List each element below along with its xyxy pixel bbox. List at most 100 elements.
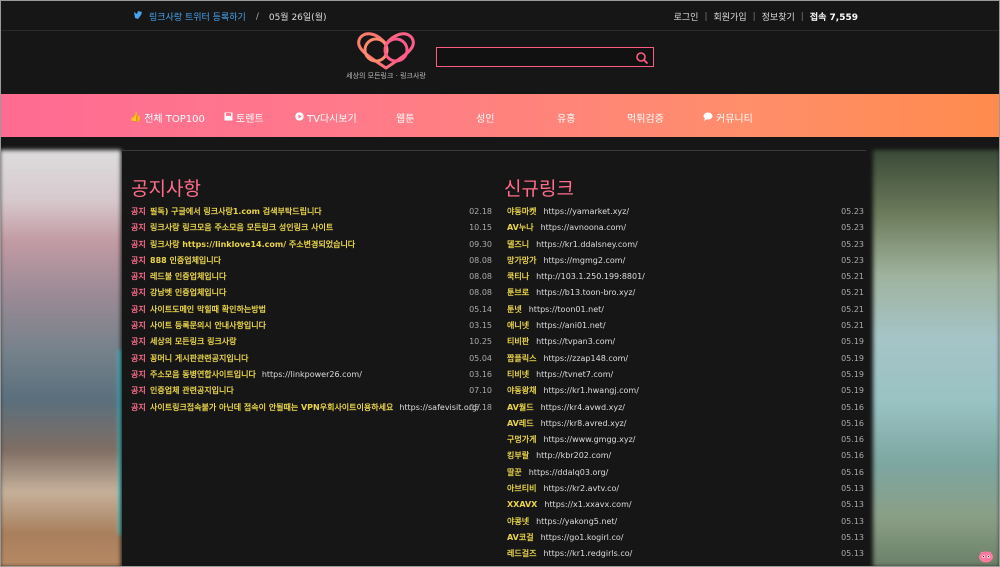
link-url[interactable]: https://tvnet7.com/ xyxy=(536,370,613,379)
link-url[interactable]: https://kr8.avred.xyz/ xyxy=(541,419,627,428)
link-item[interactable]: 짭플릭스 https://zzap148.com/05.19 xyxy=(507,351,864,367)
notice-item[interactable]: 공지 인증업체 관련공지입니다 07.10 xyxy=(131,383,492,399)
notice-item[interactable]: 공지 사이트링크접속불가 아닌데 접속이 안될때는 VPN우회사이트이용하세요 ht… xyxy=(131,400,492,416)
notice-title[interactable]: 주소모음 동병연합사이트입니다 https://linkpower26.com/ xyxy=(150,367,362,383)
link-url[interactable]: https://tvpan3.com/ xyxy=(536,337,615,346)
nav-item-torrent[interactable]: 토렌트 xyxy=(224,110,264,125)
link-entry[interactable]: AV레드 https://kr8.avred.xyz/ xyxy=(507,416,626,432)
link-entry[interactable]: 구멍가게 https://www.gmgg.xyz/ xyxy=(507,432,636,448)
nav-item-entertainment[interactable]: 유흥 xyxy=(557,110,575,125)
notice-title[interactable]: 인증업체 관련공지입니다 xyxy=(150,383,234,399)
notice-title[interactable]: 888 인증업체입니다 xyxy=(150,253,221,269)
notice-item[interactable]: 공지 강남벳 인증업체입니다 08.08 xyxy=(131,285,492,301)
notice-item[interactable]: 공지 필독) 구글에서 링크사랑1.com 검색부탁드립니다 02.18 xyxy=(131,204,492,220)
notice-title[interactable]: 세상의 모든링크 링크사랑 xyxy=(150,334,237,350)
link-item[interactable]: 야동왕채 https://kr1.hwangj.com/05.19 xyxy=(507,383,864,399)
link-entry[interactable]: AV코걸 https://go1.kogirl.co/ xyxy=(507,530,623,546)
link-item[interactable]: 야동마켓 https://yamarket.xyz/05.23 xyxy=(507,204,864,220)
link-entry[interactable]: 딸꾼 https://ddalq03.org/ xyxy=(507,465,608,481)
notice-title[interactable]: 사이트도메인 막힐때 확인하는방법 xyxy=(150,302,266,318)
link-entry[interactable]: 툰브로 https://b13.toon-bro.xyz/ xyxy=(507,285,635,301)
notice-title[interactable]: 필독) 구글에서 링크사랑1.com 검색부탁드립니다 xyxy=(150,204,322,220)
link-entry[interactable]: 티비넷 https://tvnet7.com/ xyxy=(507,367,613,383)
notice-title[interactable]: 레드불 인증업체입니다 xyxy=(150,269,226,285)
link-item[interactable]: 쿡티나 http://103.1.250.199:8801/05.21 xyxy=(507,269,864,285)
link-url[interactable]: https://b13.toon-bro.xyz/ xyxy=(536,288,635,297)
link-entry[interactable]: 쿡티나 http://103.1.250.199:8801/ xyxy=(507,269,645,285)
login-link[interactable]: 로그인 xyxy=(668,10,705,23)
link-item[interactable]: 레드걸즈 https://kr1.redgirls.co/05.13 xyxy=(507,546,864,562)
link-item[interactable]: 딸꾼 https://ddalq03.org/05.16 xyxy=(507,465,864,481)
link-url[interactable]: https://ddalq03.org/ xyxy=(529,468,609,477)
link-entry[interactable]: 야동왕채 https://kr1.hwangj.com/ xyxy=(507,383,639,399)
notice-item[interactable]: 공지 주소모음 동병연합사이트입니다 https://linkpower26.com… xyxy=(131,367,492,383)
link-entry[interactable]: 레드걸즈 https://kr1.redgirls.co/ xyxy=(507,546,632,562)
link-entry[interactable]: 툰넷 https://toon01.net/ xyxy=(507,302,604,318)
notice-item[interactable]: 공지 888 인증업체입니다 08.08 xyxy=(131,253,492,269)
nav-item-community[interactable]: 커뮤니티 xyxy=(703,110,753,125)
notice-url[interactable]: https://linkpower26.com/ xyxy=(262,370,362,379)
link-item[interactable]: 티비판 https://tvpan3.com/05.19 xyxy=(507,334,864,350)
link-url[interactable]: https://x1.xxavx.com/ xyxy=(544,500,631,509)
notice-item[interactable]: 공지 세상의 모든링크 링크사랑 10.25 xyxy=(131,334,492,350)
link-url[interactable]: https://yamarket.xyz/ xyxy=(543,207,629,216)
notice-title[interactable]: 꽁머니 게시판관련공지입니다 xyxy=(150,351,248,367)
left-banner-ad[interactable] xyxy=(0,150,121,567)
nav-item-adult[interactable]: 성인 xyxy=(476,110,494,125)
link-entry[interactable]: AV월드 https://kr4.avwd.xyz/ xyxy=(507,400,625,416)
link-item[interactable]: 킹부랄 http://kbr202.com/05.16 xyxy=(507,448,864,464)
link-url[interactable]: https://kr1.hwangj.com/ xyxy=(543,386,638,395)
link-url[interactable]: http://103.1.250.199:8801/ xyxy=(536,272,645,281)
link-item[interactable]: AV월드 https://kr4.avwd.xyz/05.16 xyxy=(507,400,864,416)
link-item[interactable]: AV코걸 https://go1.kogirl.co/05.13 xyxy=(507,530,864,546)
link-entry[interactable]: XXAVX https://x1.xxavx.com/ xyxy=(507,497,632,513)
nav-item-scam-check[interactable]: 먹튀검증 xyxy=(627,110,664,125)
link-url[interactable]: https://zzap148.com/ xyxy=(543,354,628,363)
mascot-icon[interactable] xyxy=(978,548,994,563)
new-links-title[interactable]: 신규링크 xyxy=(504,174,574,201)
link-item[interactable]: AV누나 https://avnoona.com/05.23 xyxy=(507,220,864,236)
notice-item[interactable]: 공지 링크사랑 https://linklove14.com/ 주소변경되었습니다… xyxy=(131,237,492,253)
link-item[interactable]: 툰넷 https://toon01.net/05.21 xyxy=(507,302,864,318)
link-url[interactable]: https://avnoona.com/ xyxy=(541,223,626,232)
search-input[interactable] xyxy=(441,50,625,66)
link-entry[interactable]: 야동마켓 https://yamarket.xyz/ xyxy=(507,204,629,220)
link-entry[interactable]: 짭플릭스 https://zzap148.com/ xyxy=(507,351,628,367)
twitter-icon[interactable] xyxy=(133,10,143,23)
link-url[interactable]: https://go1.kogirl.co/ xyxy=(541,533,624,542)
twitter-register-link[interactable]: 링크사랑 트위터 등록하기 xyxy=(149,10,246,23)
nav-item-webtoon[interactable]: 웹툰 xyxy=(396,110,414,125)
link-item[interactable]: 망가망가 https://mgmg2.com/05.23 xyxy=(507,253,864,269)
notice-title[interactable]: 링크사랑 https://linklove14.com/ 주소변경되었습니다 xyxy=(150,237,355,253)
notice-title[interactable]: 강남벳 인증업체입니다 xyxy=(150,285,226,301)
notice-title[interactable]: 사이트링크접속불가 아닌데 접속이 안될때는 VPN우회사이트이용하세요 http… xyxy=(150,400,480,416)
notices-title[interactable]: 공지사항 xyxy=(131,174,201,201)
notice-url[interactable]: https://safevisit.org/ xyxy=(399,403,479,412)
link-url[interactable]: https://ani01.net/ xyxy=(536,321,605,330)
link-item[interactable]: 야콩넷 https://yakong5.net/05.13 xyxy=(507,514,864,530)
link-entry[interactable]: 아브티비 https://kr2.avtv.co/ xyxy=(507,481,619,497)
notice-item[interactable]: 공지 사이트도메인 막힐때 확인하는방법 05.14 xyxy=(131,302,492,318)
link-item[interactable]: 아브티비 https://kr2.avtv.co/05.13 xyxy=(507,481,864,497)
link-item[interactable]: 티비넷 https://tvnet7.com/05.19 xyxy=(507,367,864,383)
link-url[interactable]: https://www.gmgg.xyz/ xyxy=(543,435,635,444)
signup-link[interactable]: 회원가입 xyxy=(707,10,752,23)
link-url[interactable]: https://kr1.redgirls.co/ xyxy=(543,549,632,558)
link-entry[interactable]: 킹부랄 http://kbr202.com/ xyxy=(507,448,611,464)
link-url[interactable]: https://kr1.ddalsney.com/ xyxy=(536,240,638,249)
nav-item-tv-replay[interactable]: TV다시보기 xyxy=(295,110,357,125)
notice-item[interactable]: 공지 사이트 등록문의시 안내사항입니다 03.15 xyxy=(131,318,492,334)
link-item[interactable]: 구멍가게 https://www.gmgg.xyz/05.16 xyxy=(507,432,864,448)
link-url[interactable]: https://yakong5.net/ xyxy=(536,517,617,526)
link-entry[interactable]: 망가망가 https://mgmg2.com/ xyxy=(507,253,625,269)
link-entry[interactable]: AV누나 https://avnoona.com/ xyxy=(507,220,626,236)
link-item[interactable]: 델즈니 https://kr1.ddalsney.com/05.23 xyxy=(507,237,864,253)
notice-item[interactable]: 공지 레드불 인증업체입니다 08.08 xyxy=(131,269,492,285)
link-url[interactable]: https://kr2.avtv.co/ xyxy=(543,484,619,493)
link-entry[interactable]: 애니넷 https://ani01.net/ xyxy=(507,318,606,334)
link-item[interactable]: 애니넷 https://ani01.net/05.21 xyxy=(507,318,864,334)
search-box[interactable] xyxy=(436,47,654,67)
link-entry[interactable]: 티비판 https://tvpan3.com/ xyxy=(507,334,615,350)
link-item[interactable]: AV레드 https://kr8.avred.xyz/05.16 xyxy=(507,416,864,432)
find-info-link[interactable]: 정보찾기 xyxy=(756,10,801,23)
